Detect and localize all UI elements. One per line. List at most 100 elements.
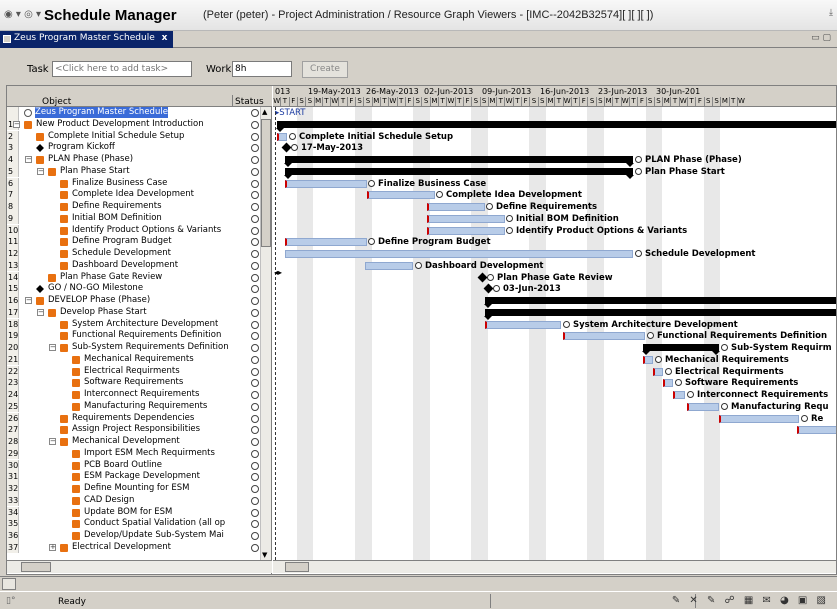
task-bar[interactable] [427,214,505,223]
outline-row[interactable]: 15 GO / NO-GO Milestone [7,283,272,295]
close-icon[interactable]: x [162,33,168,43]
collapse-icon[interactable]: − [49,344,56,351]
task-bar[interactable] [427,226,505,235]
weekend-shade [413,107,430,560]
summary-bar[interactable] [284,156,634,167]
scroll-up-icon[interactable]: ▲ [262,108,267,116]
summary-bar[interactable] [484,308,836,320]
outline-row[interactable]: 10 Identify Product Options & Variants [7,224,272,236]
scroll-down-icon[interactable]: ▼ [262,551,267,559]
tab-master-schedule[interactable]: Zeus Program Master Schedule x [0,31,174,48]
outline-row[interactable]: 35 Conduct Spatial Validation (all op [7,518,272,530]
outline-row[interactable]: 33 CAD Design [7,494,272,507]
summary-bar[interactable] [284,167,634,179]
outline-row[interactable]: 4− PLAN Phase (Phase) [7,154,272,166]
view-toggle-button[interactable] [2,578,16,590]
milestone-diamond[interactable] [281,142,292,153]
outline-row[interactable]: 12 Schedule Development [7,248,272,260]
collapse-icon[interactable]: − [25,156,32,163]
task-bar[interactable] [653,367,663,376]
summary-bar[interactable] [642,344,720,355]
task-bar[interactable] [797,426,836,435]
outline-row[interactable]: 3 Program Kickoff [7,142,272,154]
splitter-handle-icon[interactable]: ◂▸ [274,268,282,277]
outline-vertical-scrollbar[interactable]: ▲ ▼ [260,107,271,560]
outline-row[interactable]: 5 − Plan Phase Start [7,165,272,178]
nav-back-forward-icon[interactable]: ◉ ▾ ◎ ▾ [4,9,41,20]
root-row[interactable]: Zeus Program Master Schedule [7,107,272,119]
outline-row[interactable]: 14 Plan Phase Gate Review [7,271,272,283]
status-icon [251,344,259,352]
outline-row[interactable]: 2 Complete Initial Schedule Setup [7,130,272,142]
day-label: T [321,97,330,106]
task-bar[interactable] [277,132,287,141]
col-object[interactable]: Object [42,97,71,107]
outline-row[interactable]: 6 Finalize Business Case [7,177,272,189]
outline-row[interactable]: 21 Mechanical Requirements [7,353,272,366]
task-icon [60,261,68,270]
task-bar[interactable] [563,332,645,341]
task-bar[interactable] [719,414,799,423]
scroll-thumb[interactable] [261,119,271,247]
scroll-thumb[interactable] [21,562,51,572]
outline-row[interactable]: 25 Manufacturing Requirements [7,400,272,413]
outline-row[interactable]: 9 Initial BOM Definition [7,212,272,225]
status-icon [251,109,259,117]
task-bar[interactable] [367,191,435,200]
outline-row[interactable]: 37 + Electrical Development [7,541,272,554]
outline-row[interactable]: 36 Develop/Update Sub-System Mai [7,530,272,542]
scroll-thumb[interactable] [285,562,309,572]
task-bar[interactable] [365,261,413,270]
task-bar[interactable] [663,379,673,388]
task-bar[interactable] [285,179,367,188]
expand-icon[interactable]: + [49,543,56,551]
outline-horizontal-scrollbar[interactable] [7,560,272,573]
task-bar[interactable] [687,402,719,411]
summary-bar[interactable] [276,120,836,132]
status-toolbar-icons[interactable]: ✎ ✕ ✎ ☍ ▦ ✉ ◕ ▣ ▧ [672,595,829,606]
outline-row[interactable]: 16− DEVELOP Phase (Phase) [7,295,272,307]
task-bar[interactable] [485,320,561,329]
outline-row[interactable]: 13 Dashboard Development [7,259,272,272]
outline-row[interactable]: 18 System Architecture Development [7,318,272,330]
work-input[interactable] [232,61,292,77]
task-bar[interactable] [285,238,367,247]
collapse-icon[interactable]: − [37,308,44,316]
summary-bar[interactable] [484,297,836,308]
download-icon[interactable]: ⤓ [829,8,833,18]
outline-row[interactable]: 17 − Develop Phase Start [7,306,272,319]
outline-row[interactable]: 19 Functional Requirements Definition [7,330,272,342]
outline-row[interactable]: 34 Update BOM for ESM [7,506,272,518]
collapse-icon[interactable]: − [37,167,44,175]
task-bar[interactable] [427,203,485,211]
task-bar[interactable] [285,250,633,258]
column-divider[interactable] [232,95,233,107]
outline-row[interactable]: 8 Define Requirements [7,201,272,213]
outline-row[interactable]: 30 PCB Board Outline [7,459,272,471]
outline-row[interactable]: 29 Import ESM Mech Requirments [7,447,272,460]
status-circle-icon [687,391,694,398]
create-button[interactable]: Create [302,61,348,78]
outline-row[interactable]: 24 Interconnect Requirements [7,389,272,401]
task-bar[interactable] [643,355,653,364]
outline-row[interactable]: 32 Define Mounting for ESM [7,483,272,495]
outline-row[interactable]: 31 ESM Package Development [7,471,272,483]
collapse-icon[interactable]: − [13,120,20,128]
outline-row[interactable]: 23 Software Requirements [7,377,272,389]
task-bar[interactable] [673,391,685,399]
outline-row[interactable]: 26 Requirements Dependencies [7,412,272,424]
outline-row[interactable]: 11 Define Program Budget [7,236,272,248]
outline-row[interactable]: 28 − Mechanical Development [7,436,272,448]
status-icon [251,167,259,176]
collapse-icon[interactable]: − [25,297,32,304]
outline-row[interactable]: 20 − Sub-System Requirements Definition [7,342,272,354]
minimize-maximize-icon[interactable]: ▭ ▢ [811,33,831,43]
outline-row[interactable]: 1− New Product Development Introduction [7,118,272,131]
collapse-icon[interactable]: − [49,438,56,445]
task-input[interactable] [52,61,192,77]
outline-row[interactable]: 22 Electrical Requirments [7,365,272,377]
gantt-horizontal-scrollbar[interactable] [273,560,836,573]
col-status[interactable]: Status [235,97,264,107]
outline-row[interactable]: 7 Complete Idea Development [7,189,272,201]
outline-row[interactable]: 27 Assign Project Responsibilities [7,424,272,436]
